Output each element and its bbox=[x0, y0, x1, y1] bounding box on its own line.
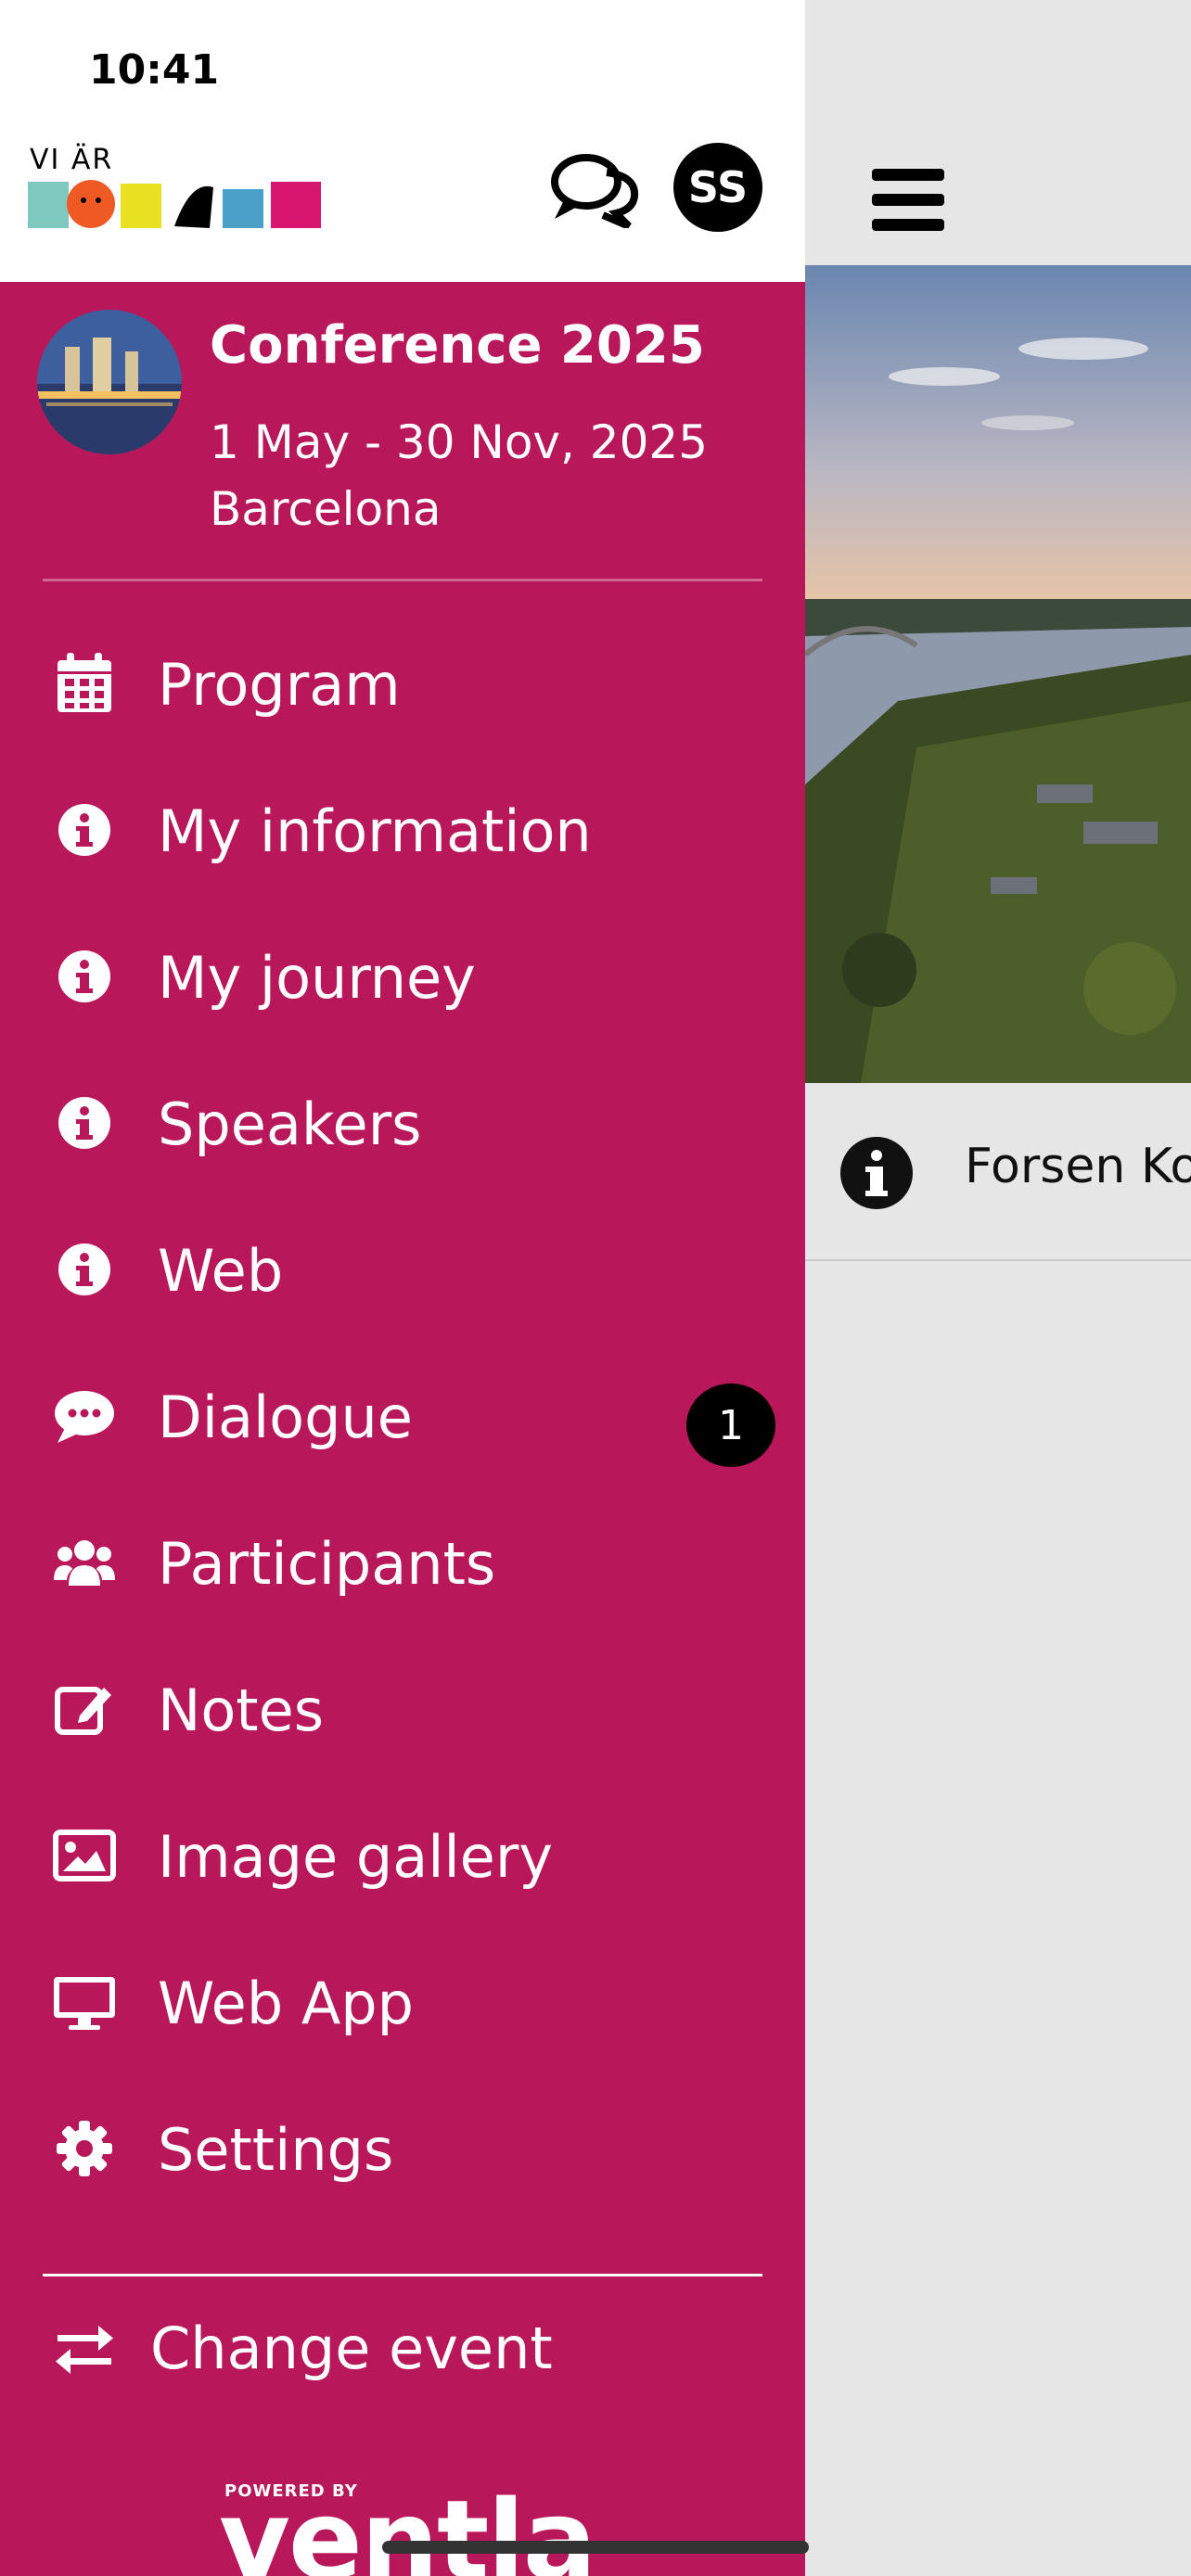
image-icon bbox=[53, 1830, 116, 1881]
menu-item-label: Dialogue bbox=[158, 1384, 413, 1451]
change-event-label: Change event bbox=[150, 2315, 553, 2382]
menu-item-notes[interactable]: Notes bbox=[0, 1638, 805, 1777]
home-indicator bbox=[382, 2541, 809, 2554]
menu-item-label: Web bbox=[158, 1237, 284, 1305]
menu-item-label: Image gallery bbox=[158, 1823, 554, 1891]
event-city: Barcelona bbox=[210, 482, 442, 536]
menu-item-image-gallery[interactable]: Image gallery bbox=[0, 1784, 805, 1923]
menu-item-label: My journey bbox=[158, 944, 476, 1012]
hero-image bbox=[805, 265, 1191, 1083]
hamburger-menu-icon[interactable] bbox=[872, 169, 944, 232]
info-circle-icon bbox=[58, 804, 110, 856]
menu-item-label: Speakers bbox=[158, 1090, 422, 1158]
exchange-icon bbox=[56, 2326, 113, 2374]
forsen-logo: VI ÄR bbox=[28, 143, 321, 228]
menu-item-web-app[interactable]: Web App bbox=[0, 1931, 805, 2070]
info-circle-icon bbox=[840, 1137, 913, 1209]
event-dates: 1 May - 30 Nov, 2025 bbox=[210, 415, 709, 469]
info-circle-icon bbox=[58, 1097, 110, 1149]
menu-item-speakers[interactable]: Speakers bbox=[0, 1052, 805, 1191]
user-avatar[interactable]: SS bbox=[673, 143, 762, 232]
status-time: 10:41 bbox=[89, 46, 220, 94]
menu-item-participants[interactable]: Participants bbox=[0, 1491, 805, 1630]
info-circle-icon bbox=[58, 950, 110, 1002]
menu-item-my-journey[interactable]: My journey bbox=[0, 905, 805, 1044]
change-event-button[interactable]: Change event bbox=[0, 2277, 805, 2417]
desktop-icon bbox=[54, 1977, 115, 2030]
side-drawer: 10:41 VI ÄR SS Conference 2025 1 May - 3… bbox=[0, 0, 805, 2576]
menu-item-label: Notes bbox=[158, 1677, 325, 1744]
svg-text:VI ÄR: VI ÄR bbox=[30, 143, 113, 176]
info-list-row[interactable]: Forsen Ko bbox=[805, 1083, 1191, 1261]
gear-icon bbox=[57, 2121, 112, 2176]
event-name: Conference 2025 bbox=[210, 315, 705, 376]
event-image bbox=[37, 310, 182, 454]
divider bbox=[43, 2274, 762, 2276]
menu-item-label: Web App bbox=[158, 1970, 415, 2037]
ventla-logo: ventla bbox=[219, 2476, 596, 2576]
divider bbox=[43, 579, 762, 581]
menu-item-my-information[interactable]: My information bbox=[0, 759, 805, 898]
menu-item-label: My information bbox=[158, 797, 592, 865]
drawer-header: 10:41 VI ÄR SS bbox=[0, 0, 805, 282]
notification-badge: 1 bbox=[686, 1384, 775, 1467]
menu-item-label: Program bbox=[158, 651, 401, 719]
comment-icon bbox=[55, 1391, 114, 1443]
chat-icon[interactable] bbox=[551, 152, 640, 228]
menu-item-settings[interactable]: Settings bbox=[0, 2077, 805, 2216]
info-circle-icon bbox=[58, 1243, 110, 1295]
calendar-icon bbox=[58, 653, 111, 712]
edit-icon bbox=[55, 1687, 111, 1735]
row-label: Forsen Ko bbox=[965, 1139, 1191, 1194]
menu-item-web[interactable]: Web bbox=[0, 1198, 805, 1337]
menu-item-dialogue[interactable]: Dialogue 1 bbox=[0, 1345, 805, 1484]
menu-item-program[interactable]: Program bbox=[0, 612, 805, 751]
users-icon bbox=[54, 1540, 115, 1586]
menu-item-label: Settings bbox=[158, 2116, 394, 2184]
menu-item-label: Participants bbox=[158, 1530, 496, 1598]
